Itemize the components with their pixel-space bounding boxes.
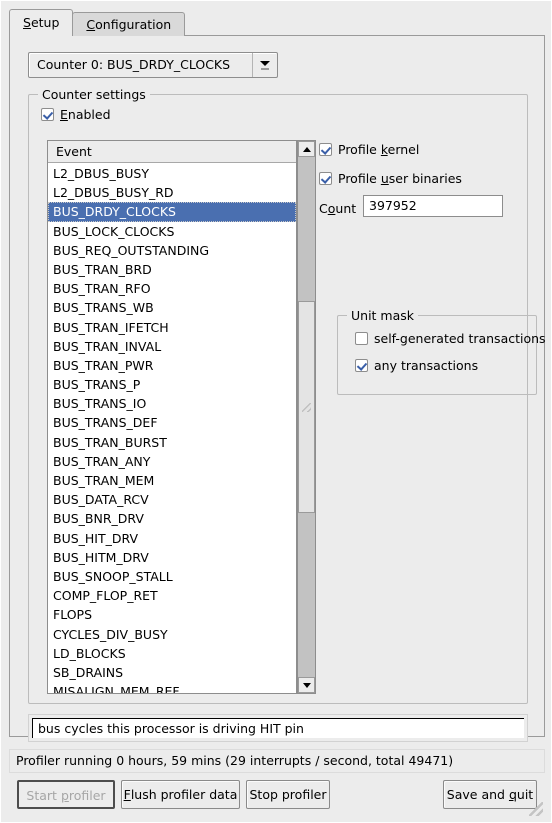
profile-user-label: Profile user binaries <box>338 171 462 186</box>
start-profiler-button[interactable]: Start profiler <box>17 780 115 809</box>
action-button-row: Start profiler Flush profiler data Stop … <box>9 777 545 817</box>
enabled-label-rest: nabled <box>67 107 111 122</box>
list-item[interactable]: BUS_TRANS_DEF <box>48 413 296 432</box>
scroll-up-button[interactable] <box>298 141 315 157</box>
list-item[interactable]: BUS_SNOOP_STALL <box>48 567 296 586</box>
resize-grip-icon[interactable] <box>529 802 543 816</box>
profile-kernel-label: Profile kernel <box>338 142 420 157</box>
counter-select-value: Counter 0: BUS_DRDY_CLOCKS <box>37 57 231 72</box>
tab-configuration[interactable]: Configuration <box>72 12 186 36</box>
save-and-quit-button[interactable]: Save and quit <box>443 780 537 809</box>
list-item[interactable]: BUS_BNR_DRV <box>48 509 296 528</box>
list-item[interactable]: BUS_DRDY_CLOCKS <box>48 202 296 222</box>
list-item[interactable]: BUS_TRAN_PWR <box>48 356 296 375</box>
list-item[interactable]: BUS_TRAN_BURST <box>48 433 296 452</box>
stop-profiler-button[interactable]: Stop profiler <box>246 780 330 809</box>
list-item[interactable]: BUS_TRANS_P <box>48 375 296 394</box>
list-item[interactable]: LD_BLOCKS <box>48 644 296 663</box>
list-item[interactable]: SB_DRAINS <box>48 663 296 682</box>
chevron-down-glyph <box>260 60 270 66</box>
unit-mask-any-checkbox[interactable]: any transactions <box>355 358 478 373</box>
scrollbar-thumb[interactable] <box>298 301 315 513</box>
tab-panel-setup: Counter 0: BUS_DRDY_CLOCKS Counter setti… <box>9 35 546 742</box>
event-description-frame: bus cycles this processor is driving HIT… <box>28 714 528 742</box>
chevron-down-icon[interactable] <box>252 53 277 77</box>
profile-kernel-checkbox[interactable]: Profile kernel <box>319 142 419 157</box>
triangle-up-icon <box>302 146 311 152</box>
notebook: Counter 0: BUS_DRDY_CLOCKS Counter setti… <box>9 9 546 742</box>
checkbox-box-any-transactions <box>355 359 368 372</box>
list-item[interactable]: COMP_FLOP_RET <box>48 586 296 605</box>
unit-mask-any-label: any transactions <box>374 358 479 373</box>
list-item[interactable]: L2_DBUS_BUSY_RD <box>48 183 296 202</box>
event-description: bus cycles this processor is driving HIT… <box>32 718 524 738</box>
unit-mask-group: Unit mask self-generated transactions an… <box>337 308 546 395</box>
enabled-label: Enabled <box>60 107 111 122</box>
list-item[interactable]: FLOPS <box>48 605 296 624</box>
event-list-column-header: Event <box>48 141 296 163</box>
counter-settings-group: Counter settings Enabled Event L2_DBUS_B… <box>28 87 546 704</box>
list-item[interactable]: BUS_DATA_RCV <box>48 490 296 509</box>
tab-setup-label-rest: etup <box>30 15 60 30</box>
list-item[interactable]: BUS_TRANS_WB <box>48 298 296 317</box>
status-bar: Profiler running 0 hours, 59 mins (29 in… <box>9 749 545 773</box>
enabled-checkbox[interactable]: Enabled <box>41 107 111 122</box>
event-list-body[interactable]: L2_DBUS_BUSY L2_DBUS_BUSY_RD BUS_DRDY_CLOC… <box>48 164 296 693</box>
list-item[interactable]: MISALIGN_MEM_REF <box>48 682 296 693</box>
list-item[interactable]: BUS_TRAN_IFETCH <box>48 318 296 337</box>
checkbox-box-self-generated <box>355 332 368 345</box>
list-item[interactable]: BUS_TRAN_ANY <box>48 452 296 471</box>
checkbox-box-enabled <box>41 108 54 121</box>
list-item[interactable]: BUS_TRAN_MEM <box>48 471 296 490</box>
tab-configuration-label-rest: onfiguration <box>95 17 172 32</box>
list-item[interactable]: L2_DBUS_BUSY <box>48 164 296 183</box>
counter-settings-legend: Counter settings <box>38 87 150 102</box>
event-list-scrollbar[interactable] <box>297 140 316 694</box>
scroll-down-button[interactable] <box>298 677 315 693</box>
counter-select[interactable]: Counter 0: BUS_DRDY_CLOCKS <box>28 52 278 78</box>
checkbox-box-profile-user <box>319 172 332 185</box>
checkbox-box-profile-kernel <box>319 143 332 156</box>
event-list[interactable]: Event L2_DBUS_BUSY L2_DBUS_BUSY_RD BUS_DRD… <box>47 140 297 694</box>
count-label: Count <box>319 201 357 216</box>
unit-mask-self-generated-label: self-generated transactions <box>374 331 546 346</box>
list-item[interactable]: CYCLES_DIV_BUSY <box>48 625 296 644</box>
list-item[interactable]: BUS_LOCK_CLOCKS <box>48 222 296 241</box>
list-item[interactable]: BUS_HITM_DRV <box>48 548 296 567</box>
tab-setup[interactable]: Setup <box>9 9 74 36</box>
profile-user-checkbox[interactable]: Profile user binaries <box>319 171 462 186</box>
flush-profiler-data-button[interactable]: Flush profiler data <box>121 780 240 809</box>
tab-list: Setup Configuration <box>9 9 186 36</box>
enabled-mnemonic: E <box>60 107 68 122</box>
list-item[interactable]: BUS_REQ_OUTSTANDING <box>48 241 296 260</box>
list-item[interactable]: BUS_TRAN_BRD <box>48 260 296 279</box>
list-item[interactable]: BUS_TRAN_INVAL <box>48 337 296 356</box>
unit-mask-self-generated-checkbox[interactable]: self-generated transactions <box>355 331 546 346</box>
unit-mask-legend: Unit mask <box>347 308 419 323</box>
chevron-underline <box>261 67 269 70</box>
triangle-down-icon <box>302 682 311 688</box>
count-input[interactable]: 397952 <box>363 195 503 217</box>
list-item[interactable]: BUS_TRANS_IO <box>48 394 296 413</box>
grip-icon <box>302 402 311 412</box>
profiler-window: Counter 0: BUS_DRDY_CLOCKS Counter setti… <box>0 0 552 823</box>
list-item[interactable]: BUS_HIT_DRV <box>48 529 296 548</box>
list-item[interactable]: BUS_TRAN_RFO <box>48 279 296 298</box>
